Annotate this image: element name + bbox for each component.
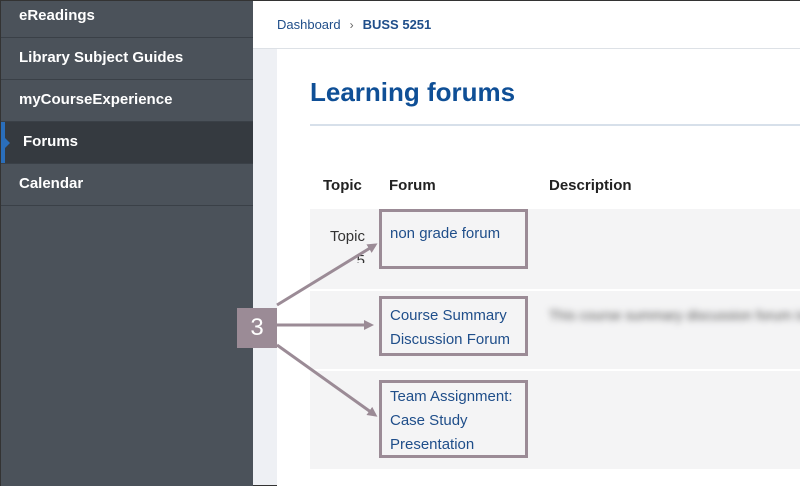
breadcrumb-separator: › — [349, 17, 354, 32]
row-topic: Topic 5 — [329, 228, 365, 263]
sidebar-item-ereadings[interactable]: eReadings — [1, 0, 253, 38]
page-title: Learning forums — [310, 77, 516, 107]
column-header-description: Description — [549, 177, 632, 194]
forum-highlight-box: Course Summary Discussion Forum — [379, 296, 528, 356]
sidebar: eReadings Library Subject Guides myCours… — [1, 1, 253, 486]
sidebar-item-forums[interactable]: Forums — [1, 122, 253, 164]
sidebar-item-label: eReadings — [19, 7, 95, 24]
column-header-topic: Topic — [323, 177, 362, 194]
sidebar-item-label: Forums — [23, 133, 79, 150]
sidebar-item-label: myCourseExperience — [19, 91, 173, 108]
breadcrumb: Dashboard › BUSS 5251 — [253, 1, 800, 49]
sidebar-item-mycourseexperience[interactable]: myCourseExperience — [1, 80, 253, 122]
sidebar-item-label: Calendar — [19, 175, 84, 192]
forum-highlight-box: Team Assignment: Case Study Presentation — [379, 380, 528, 458]
breadcrumb-dashboard-link[interactable]: Dashboard — [277, 17, 341, 32]
column-header-forum: Forum — [389, 177, 436, 194]
sidebar-item-library-subject-guides[interactable]: Library Subject Guides — [1, 38, 253, 80]
forum-link-course-summary-line1[interactable]: Course Summary — [390, 304, 517, 328]
forum-link-course-summary-line2[interactable]: Discussion Forum — [390, 328, 517, 352]
forum-link-team-assignment-line2[interactable]: Case Study — [390, 409, 517, 433]
forum-link-team-assignment-line1[interactable]: Team Assignment: — [390, 385, 517, 409]
sidebar-item-calendar[interactable]: Calendar — [1, 164, 253, 206]
sidebar-item-label: Library Subject Guides — [19, 49, 184, 66]
main-content: Learning forums Topic Forum Description … — [277, 49, 800, 486]
title-divider — [310, 124, 800, 126]
callout-number-badge: 3 — [237, 308, 277, 348]
breadcrumb-course-link[interactable]: BUSS 5251 — [363, 17, 432, 32]
forum-highlight-box: non grade forum — [379, 209, 528, 269]
forum-link-non-grade[interactable]: non grade forum — [390, 222, 517, 246]
row-description-blurred: This course summary discussion forum is … — [549, 307, 800, 323]
forum-link-team-assignment-line3[interactable]: Presentation — [390, 433, 517, 457]
